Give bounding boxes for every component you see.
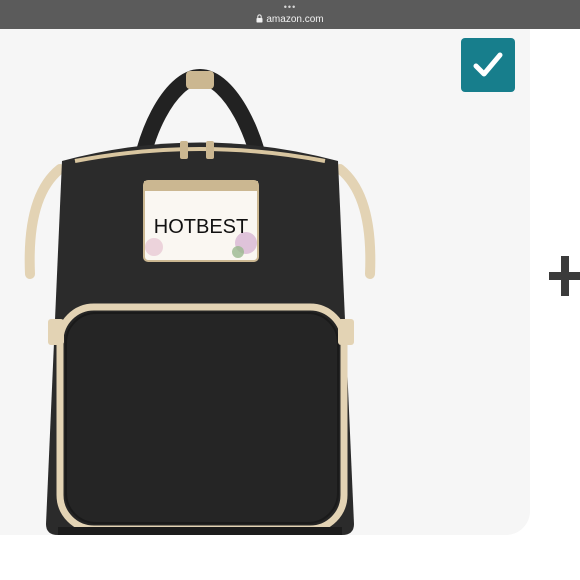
add-button[interactable] (547, 250, 580, 300)
left-trim (24, 164, 65, 279)
product-image[interactable]: HOTBEST (20, 69, 380, 539)
url-text: amazon.com (266, 14, 324, 25)
address-url[interactable]: amazon.com (0, 14, 580, 26)
product-card[interactable]: HOTBEST (0, 29, 530, 535)
right-trim (335, 164, 376, 279)
checkmark-icon (473, 52, 503, 77)
strap-loop-right (338, 319, 354, 345)
lock-icon (256, 14, 263, 23)
browser-address-bar: ••• amazon.com (0, 0, 580, 29)
tab-overview-dots[interactable]: ••• (0, 3, 580, 12)
select-checkbox[interactable] (461, 38, 515, 92)
strap-loop-left (48, 319, 64, 345)
plus-icon (549, 256, 580, 296)
tag-text: HOTBEST (154, 216, 248, 238)
front-pocket (56, 303, 348, 533)
handle-clip (186, 71, 214, 89)
